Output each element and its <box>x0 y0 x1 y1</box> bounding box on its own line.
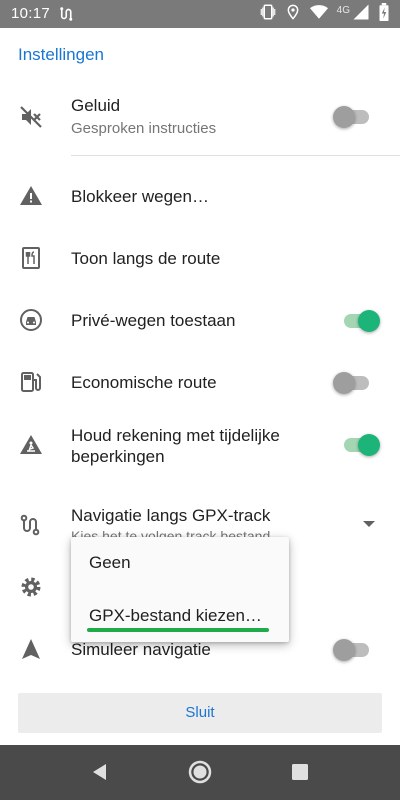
recents-icon[interactable] <box>288 760 312 784</box>
setting-label: Toon langs de route <box>71 249 221 268</box>
simulate-navigation-toggle[interactable] <box>333 638 371 662</box>
setting-row-show-along-route[interactable]: Toon langs de route <box>0 245 400 273</box>
dialog-title: Instellingen <box>18 45 105 64</box>
gpx-dropdown-menu: Geen GPX-bestand kiezen… <box>71 537 289 642</box>
dropdown-option-choose-gpx[interactable]: GPX-bestand kiezen… <box>89 606 262 626</box>
fuel-icon <box>19 370 43 394</box>
restaurant-icon <box>19 246 43 270</box>
location-icon <box>285 3 301 26</box>
setting-label: Blokkeer wegen… <box>71 187 209 206</box>
navigation-bar <box>0 745 400 800</box>
setting-subtitle: Gesproken instructies <box>71 120 217 137</box>
temporary-restrictions-toggle[interactable] <box>342 433 380 457</box>
route-icon <box>19 513 43 537</box>
signal-icon <box>352 3 370 26</box>
setting-row-economic-route[interactable]: Economische route <box>0 369 400 397</box>
status-bar: 10:17 4G <box>0 0 400 28</box>
divider <box>71 155 400 156</box>
setting-label: Geluid <box>71 96 121 115</box>
network-type-label: 4G <box>336 4 350 16</box>
setting-row-avoid-roads[interactable]: Blokkeer wegen… <box>0 183 400 211</box>
wifi-icon <box>309 3 329 26</box>
setting-row-private-roads[interactable]: Privé-wegen toestaan <box>0 307 400 335</box>
gear-icon <box>19 575 43 599</box>
private-roads-toggle[interactable] <box>342 309 380 333</box>
setting-label: Navigatie langs GPX-track <box>71 506 271 525</box>
setting-label: Economische route <box>71 373 217 392</box>
battery-charging-icon <box>378 2 390 26</box>
setting-label-line2: beperkingen <box>71 447 165 466</box>
sound-off-icon <box>19 105 43 129</box>
chevron-down-icon[interactable] <box>363 521 375 527</box>
vibrate-icon <box>259 3 277 26</box>
warning-icon <box>19 184 43 208</box>
economic-route-toggle[interactable] <box>333 371 371 395</box>
setting-label-line1: Houd rekening met tijdelijke <box>71 426 280 445</box>
setting-row-gpx-navigation[interactable]: Navigatie langs GPX-track Kies het te vo… <box>0 503 400 541</box>
dropdown-option-none[interactable]: Geen <box>89 553 131 573</box>
setting-row-sound[interactable]: Geluid Gesproken instructies <box>0 93 400 143</box>
sound-toggle[interactable] <box>333 105 371 129</box>
setting-label: Simuleer navigatie <box>71 640 211 659</box>
route-icon <box>58 5 76 28</box>
close-button[interactable]: Sluit <box>18 693 382 733</box>
car-circle-icon <box>19 308 43 332</box>
home-icon[interactable] <box>188 760 212 784</box>
roadwork-icon <box>19 433 43 457</box>
navigation-arrow-icon <box>19 637 43 661</box>
setting-label: Privé-wegen toestaan <box>71 311 236 330</box>
status-time: 10:17 <box>11 5 51 22</box>
setting-row-temporary-restrictions[interactable]: Houd rekening met tijdelijke beperkingen <box>0 423 400 469</box>
highlight-underline <box>87 628 269 632</box>
back-icon[interactable] <box>88 760 112 784</box>
